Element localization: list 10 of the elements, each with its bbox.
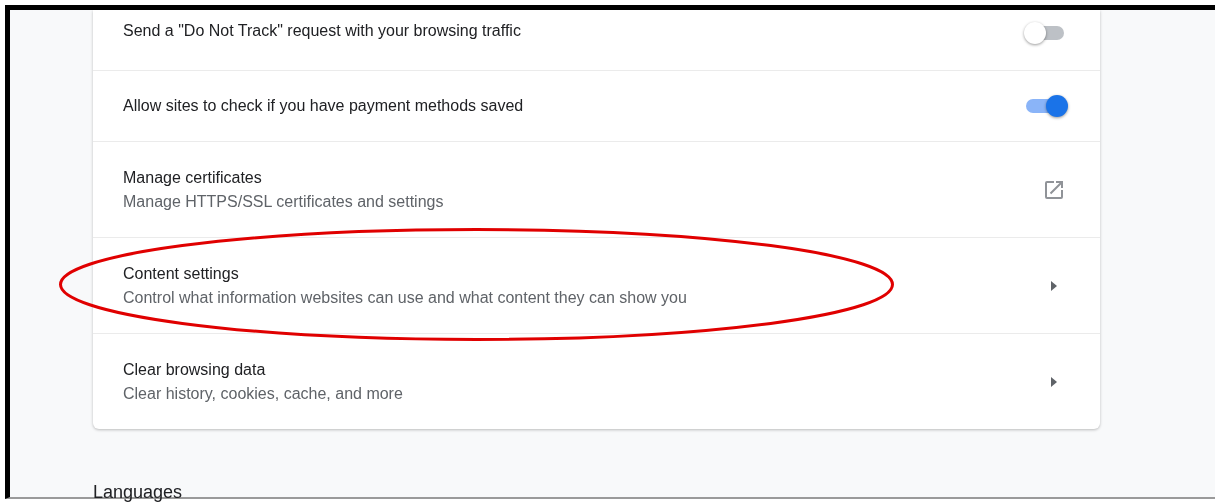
toggle-switch[interactable] (1024, 95, 1070, 117)
row-title: Allow sites to check if you have payment methods saved (123, 97, 525, 115)
row-title: Clear browsing data (123, 360, 267, 379)
row-description: Clear history, cookies, cache, and more (123, 384, 404, 403)
row-description: Manage HTTPS/SSL certificates and settings (123, 192, 445, 211)
row-description: Control what information websites can use and what content they can show you (123, 288, 688, 307)
section-heading: Languages (93, 482, 183, 503)
row-title: Send a "Do Not Track" request with your browsing traffic (123, 22, 522, 40)
row-title: Manage certificates (123, 168, 263, 187)
row-title: Content settings (123, 264, 240, 283)
